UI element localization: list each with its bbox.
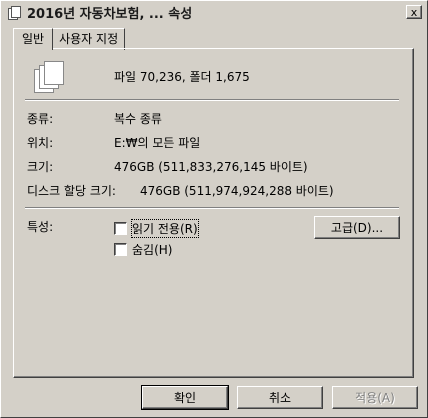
readonly-checkbox-row[interactable]: 읽기 전용(R) bbox=[114, 219, 199, 238]
readonly-label[interactable]: 읽기 전용(R) bbox=[131, 219, 199, 238]
advanced-button[interactable]: 고급(D)... bbox=[314, 216, 400, 239]
readonly-checkbox[interactable] bbox=[114, 222, 127, 235]
ok-button[interactable]: 확인 bbox=[141, 385, 229, 410]
hidden-label[interactable]: 숨김(H) bbox=[132, 241, 172, 258]
close-button[interactable]: x bbox=[406, 5, 422, 19]
title-bar[interactable]: 2016년 자동차보험, ... 속성 x bbox=[2, 2, 426, 22]
tab-custom[interactable]: 사용자 지정 bbox=[52, 28, 126, 50]
tab-strip: 일반 사용자 지정 bbox=[13, 28, 126, 50]
location-value: E:₩의 모든 파일 bbox=[114, 136, 201, 150]
type-label: 종류: bbox=[27, 112, 54, 126]
document-icon bbox=[7, 5, 21, 20]
multiple-files-icon bbox=[34, 61, 64, 93]
size-value: 476GB (511,833,276,145 바이트) bbox=[114, 160, 308, 174]
close-icon: x bbox=[410, 5, 418, 19]
hidden-checkbox-row[interactable]: 숨김(H) bbox=[114, 241, 172, 258]
disk-size-value: 476GB (511,974,924,288 바이트) bbox=[140, 184, 334, 198]
type-value: 복수 종류 bbox=[114, 112, 162, 126]
disk-size-label: 디스크 할당 크기: bbox=[27, 184, 116, 198]
separator bbox=[25, 207, 399, 209]
tab-general[interactable]: 일반 bbox=[13, 28, 54, 50]
summary-text: 파일 70,236, 폴더 1,675 bbox=[114, 70, 250, 84]
size-label: 크기: bbox=[27, 160, 54, 174]
window-title: 2016년 자동차보험, ... 속성 bbox=[27, 6, 193, 22]
attributes-label: 특성: bbox=[27, 220, 54, 234]
general-tab-panel bbox=[13, 48, 414, 378]
cancel-button[interactable]: 취소 bbox=[237, 386, 323, 409]
properties-dialog: 2016년 자동차보험, ... 속성 x 일반 사용자 지정 파일 70,23… bbox=[0, 0, 428, 418]
apply-button[interactable]: 적용(A) bbox=[332, 386, 418, 409]
separator bbox=[25, 99, 399, 101]
hidden-checkbox[interactable] bbox=[114, 243, 127, 256]
location-label: 위치: bbox=[27, 136, 54, 150]
